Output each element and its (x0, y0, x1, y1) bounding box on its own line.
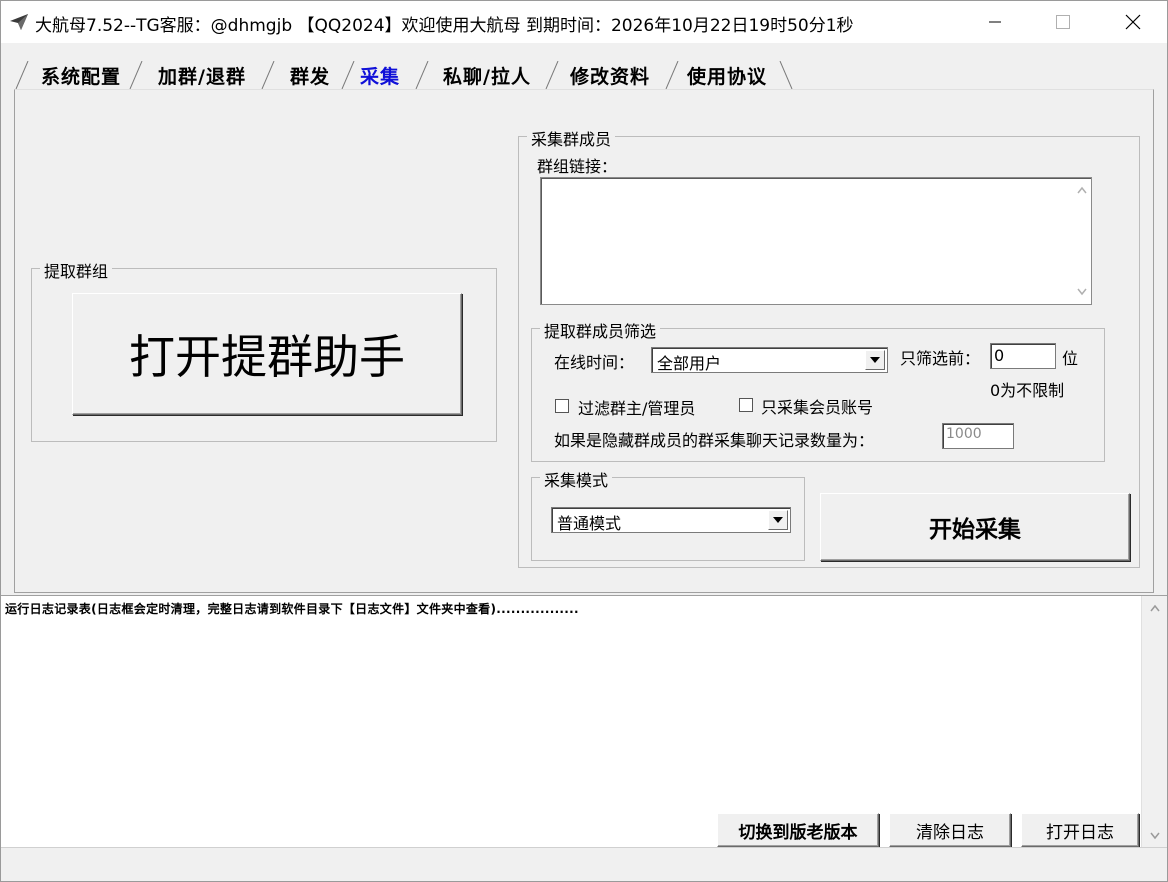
extract-group-title: 提取群组 (40, 258, 113, 282)
clear-log-button[interactable]: 清除日志 (889, 813, 1011, 847)
group-link-textarea[interactable] (540, 177, 1092, 305)
collect-mode-select[interactable]: 普通模式 (551, 507, 791, 533)
maximize-icon (1056, 15, 1070, 29)
collect-mode-value: 普通模式 (557, 514, 622, 533)
group-link-label: 群组链接： (537, 157, 618, 176)
collect-mode-title: 采集模式 (540, 467, 613, 491)
tab-divider (261, 61, 275, 89)
scroll-up-icon[interactable] (1150, 604, 1160, 612)
scroll-up-icon[interactable] (1077, 186, 1087, 194)
tab-join-leave-group[interactable]: 加群/退群 (145, 59, 259, 89)
tab-edit-profile[interactable]: 修改资料 (561, 59, 659, 89)
dropdown-arrow-icon (773, 517, 783, 523)
online-time-label: 在线时间： (554, 353, 635, 372)
tab-collect[interactable]: 采集 (353, 59, 407, 89)
only-first-input[interactable]: 0 (990, 343, 1056, 369)
title-bar: 大航母7.52--TG客服：@dhmgjb 【QQ2024】欢迎使用大航母 到期… (1, 1, 1167, 43)
tab-divider (545, 61, 559, 89)
switch-old-version-button[interactable]: 切换到版老版本 (717, 813, 879, 847)
tab-private-chat-invite[interactable]: 私聊/拉人 (429, 59, 545, 89)
scroll-down-icon[interactable] (1150, 832, 1160, 840)
tab-divider (779, 61, 793, 89)
app-window: 大航母7.52--TG客服：@dhmgjb 【QQ2024】欢迎使用大航母 到期… (0, 0, 1168, 882)
premium-only-label: 只采集会员账号 (761, 398, 874, 417)
start-collect-button[interactable]: 开始采集 (820, 493, 1130, 561)
maximize-button[interactable] (1033, 1, 1093, 43)
collect-mode-dropdown-button[interactable] (768, 510, 788, 530)
minimize-button[interactable] (965, 1, 1025, 43)
member-filter-title: 提取群成员筛选 (540, 318, 661, 342)
premium-only-checkbox[interactable] (739, 398, 753, 412)
filter-admin-checkbox[interactable] (555, 399, 569, 413)
tab-divider (15, 61, 29, 89)
tab-group-send[interactable]: 群发 (277, 59, 343, 89)
minimize-icon (989, 21, 1001, 23)
only-first-label: 只筛选前： (900, 349, 981, 368)
online-time-select[interactable]: 全部用户 (651, 347, 888, 373)
hidden-members-count-input[interactable]: 1000 (942, 423, 1014, 449)
dropdown-arrow-icon (870, 357, 880, 363)
scroll-down-icon[interactable] (1077, 288, 1087, 296)
open-log-button[interactable]: 打开日志 (1021, 813, 1139, 847)
status-bar (1, 847, 1167, 881)
collect-mode-box: 采集模式 普通模式 (531, 467, 805, 561)
tab-strip: 系统配置 加群/退群 群发 采集 私聊/拉人 修改资料 使用协议 (15, 57, 1155, 90)
close-button[interactable] (1103, 1, 1163, 43)
tab-divider (415, 61, 429, 89)
log-area[interactable]: 运行日志记录表(日志框会定时清理，完整日志请到软件目录下【日志文件】文件夹中查看… (1, 595, 1167, 848)
no-limit-hint: 0为不限制 (990, 381, 1065, 400)
tab-divider (665, 61, 679, 89)
member-filter-box: 提取群成员筛选 在线时间： 全部用户 只筛选前： 0 位 0为不限制 过滤群主/… (531, 318, 1105, 462)
extract-group-box: 提取群组 打开提群助手 (31, 258, 497, 442)
tab-system-config[interactable]: 系统配置 (31, 59, 131, 89)
collect-members-title: 采集群成员 (527, 126, 616, 150)
filter-admin-label: 过滤群主/管理员 (578, 399, 696, 418)
tab-usage-agreement[interactable]: 使用协议 (679, 59, 775, 89)
collect-members-box: 采集群成员 群组链接： 提取群成员筛选 在线时间： 全部用户 只筛选前： 0 位… (518, 126, 1140, 568)
close-icon (1125, 14, 1141, 30)
log-header: 运行日志记录表(日志框会定时清理，完整日志请到软件目录下【日志文件】文件夹中查看… (5, 602, 579, 616)
online-time-dropdown-button[interactable] (865, 350, 885, 370)
paper-plane-icon (10, 14, 28, 30)
collect-tab-panel: 提取群组 打开提群助手 采集群成员 群组链接： 提取群成员筛选 在线时间： 全部… (14, 89, 1154, 593)
open-group-helper-button[interactable]: 打开提群助手 (72, 293, 462, 415)
tab-divider (129, 61, 143, 89)
log-scrollbar[interactable] (1141, 596, 1167, 848)
online-time-value: 全部用户 (657, 354, 722, 373)
hidden-members-label: 如果是隐藏群成员的群采集聊天记录数量为： (554, 431, 875, 450)
only-first-unit: 位 (1062, 349, 1079, 368)
window-title: 大航母7.52--TG客服：@dhmgjb 【QQ2024】欢迎使用大航母 到期… (35, 16, 854, 36)
